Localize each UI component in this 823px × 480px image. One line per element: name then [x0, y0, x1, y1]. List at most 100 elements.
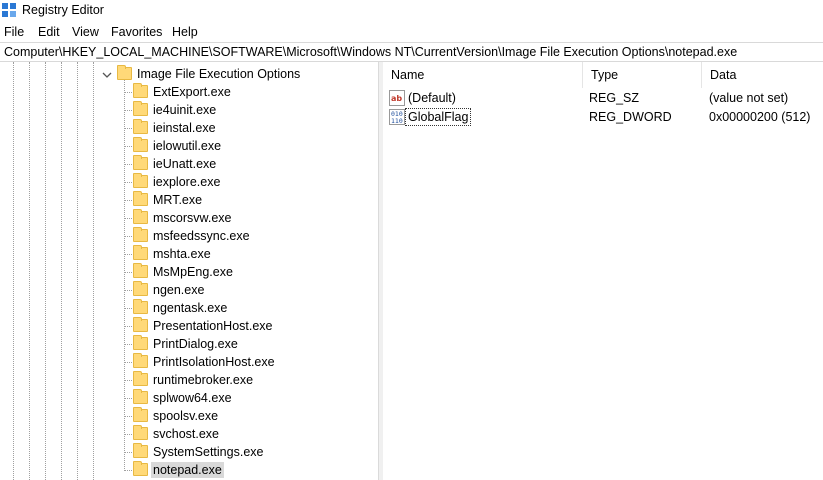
title-bar: Registry Editor	[0, 0, 823, 22]
tree-item-label: MsMpEng.exe	[153, 265, 233, 279]
tree-connector	[124, 200, 132, 201]
tree-item-ngen[interactable]: ngen.exe	[0, 281, 378, 299]
address-bar[interactable]: Computer\HKEY_LOCAL_MACHINE\SOFTWARE\Mic…	[0, 42, 823, 62]
tree-item-iexplore[interactable]: iexplore.exe	[0, 173, 378, 191]
tree-connector	[124, 362, 132, 363]
folder-icon	[133, 299, 148, 314]
folder-icon	[133, 335, 148, 350]
tree-item-label: ngen.exe	[153, 283, 205, 297]
folder-icon	[133, 353, 148, 368]
folder-icon	[133, 245, 148, 260]
binary-value-icon: 010 110	[389, 109, 405, 125]
menu-help[interactable]: Help	[172, 25, 198, 39]
value-type: REG_DWORD	[589, 110, 672, 124]
tree-item-label: notepad.exe	[151, 462, 224, 478]
tree-item-label: PrintDialog.exe	[153, 337, 238, 351]
tree-connector	[124, 398, 132, 399]
tree-item-image-file-execution-options[interactable]: Image File Execution Options	[0, 65, 378, 83]
tree-connector	[124, 470, 132, 471]
tree-item-mshta[interactable]: mshta.exe	[0, 245, 378, 263]
tree-connector	[124, 344, 132, 345]
chevron-down-icon[interactable]	[102, 70, 112, 80]
tree-item-printdialog[interactable]: PrintDialog.exe	[0, 335, 378, 353]
tree-connector	[124, 416, 132, 417]
tree-item-label: mshta.exe	[153, 247, 211, 261]
address-path[interactable]: Computer\HKEY_LOCAL_MACHINE\SOFTWARE\Mic…	[4, 45, 737, 59]
value-row-globalflag[interactable]: 010 110 GlobalFlag REG_DWORD 0x00000200 …	[383, 108, 823, 126]
folder-icon	[133, 137, 148, 152]
tree-item-systemsettings[interactable]: SystemSettings.exe	[0, 443, 378, 461]
folder-icon	[133, 389, 148, 404]
tree-connector	[124, 164, 132, 165]
window-title: Registry Editor	[22, 3, 104, 17]
tree-item-mscorsvw[interactable]: mscorsvw.exe	[0, 209, 378, 227]
tree-item-label: spoolsv.exe	[153, 409, 219, 423]
tree-item-label: splwow64.exe	[153, 391, 232, 405]
tree-connector	[124, 452, 132, 453]
tree-item-msfeedssync[interactable]: msfeedssync.exe	[0, 227, 378, 245]
folder-icon	[133, 101, 148, 116]
folder-icon	[133, 155, 148, 170]
value-data: 0x00000200 (512)	[709, 110, 811, 124]
folder-icon	[133, 317, 148, 332]
folder-icon	[133, 83, 148, 98]
column-header-data[interactable]: Data	[702, 62, 823, 88]
values-pane[interactable]: Name Type Data ab (Default) REG_SZ (valu…	[383, 62, 823, 480]
tree-item-label: SystemSettings.exe	[153, 445, 264, 459]
menu-edit[interactable]: Edit	[38, 25, 60, 39]
tree-item-ieinstal[interactable]: ieinstal.exe	[0, 119, 378, 137]
tree-item-label: PresentationHost.exe	[153, 319, 273, 333]
tree-item-splwow64[interactable]: splwow64.exe	[0, 389, 378, 407]
tree-item-label: ielowutil.exe	[153, 139, 222, 153]
tree-connector	[124, 308, 132, 309]
menu-file[interactable]: File	[4, 25, 24, 39]
folder-icon	[117, 65, 132, 80]
column-header-type[interactable]: Type	[583, 62, 702, 88]
tree-item-label: svchost.exe	[153, 427, 220, 441]
tree-connector	[124, 380, 132, 381]
tree-item-svchost[interactable]: svchost.exe	[0, 425, 378, 443]
menu-favorites[interactable]: Favorites	[111, 25, 162, 39]
tree-item-msmpeng[interactable]: MsMpEng.exe	[0, 263, 378, 281]
tree-connector	[124, 128, 132, 129]
tree-item-notepad[interactable]: notepad.exe	[0, 461, 378, 479]
column-header-name[interactable]: Name	[383, 62, 583, 88]
tree-item-label: MRT.exe	[153, 193, 203, 207]
tree-connector	[124, 254, 132, 255]
tree-item-runtimebroker[interactable]: runtimebroker.exe	[0, 371, 378, 389]
tree-item-label: msfeedssync.exe	[153, 229, 250, 243]
menu-bar: File Edit View Favorites Help	[0, 22, 823, 42]
tree-connector	[124, 146, 132, 147]
tree-item-label: ie4uinit.exe	[153, 103, 217, 117]
tree-item-label: ieinstal.exe	[153, 121, 216, 135]
folder-icon	[133, 407, 148, 422]
tree-item-label: Image File Execution Options	[137, 67, 301, 81]
value-type: REG_SZ	[589, 91, 640, 105]
svg-text:ab: ab	[391, 94, 402, 103]
tree-item-ngentask[interactable]: ngentask.exe	[0, 299, 378, 317]
registry-editor-icon	[2, 3, 16, 17]
value-data: (value not set)	[709, 91, 789, 105]
tree-item-presentationhost[interactable]: PresentationHost.exe	[0, 317, 378, 335]
tree-connector	[124, 290, 132, 291]
folder-icon	[133, 425, 148, 440]
tree-item-mrt[interactable]: MRT.exe	[0, 191, 378, 209]
tree-item-ie4uinit[interactable]: ie4uinit.exe	[0, 101, 378, 119]
tree-item-printisolationhost[interactable]: PrintIsolationHost.exe	[0, 353, 378, 371]
tree-item-label: iexplore.exe	[153, 175, 221, 189]
tree-item-ielowutil[interactable]: ielowutil.exe	[0, 137, 378, 155]
tree-connector	[124, 218, 132, 219]
value-name: GlobalFlag	[404, 108, 472, 126]
tree-connector	[124, 272, 132, 273]
menu-view[interactable]: View	[72, 25, 99, 39]
tree-pane[interactable]: Image File Execution Options ExtExport.e…	[0, 62, 378, 480]
value-name: (Default)	[408, 91, 456, 105]
tree-item-extexport[interactable]: ExtExport.exe	[0, 83, 378, 101]
tree-item-spoolsv[interactable]: spoolsv.exe	[0, 407, 378, 425]
tree-item-ieunatt[interactable]: ieUnatt.exe	[0, 155, 378, 173]
tree-item-label: PrintIsolationHost.exe	[153, 355, 275, 369]
value-row-default[interactable]: ab (Default) REG_SZ (value not set)	[383, 89, 823, 107]
tree-item-label: ngentask.exe	[153, 301, 228, 315]
tree-connector	[124, 92, 132, 93]
tree-connector	[124, 182, 132, 183]
